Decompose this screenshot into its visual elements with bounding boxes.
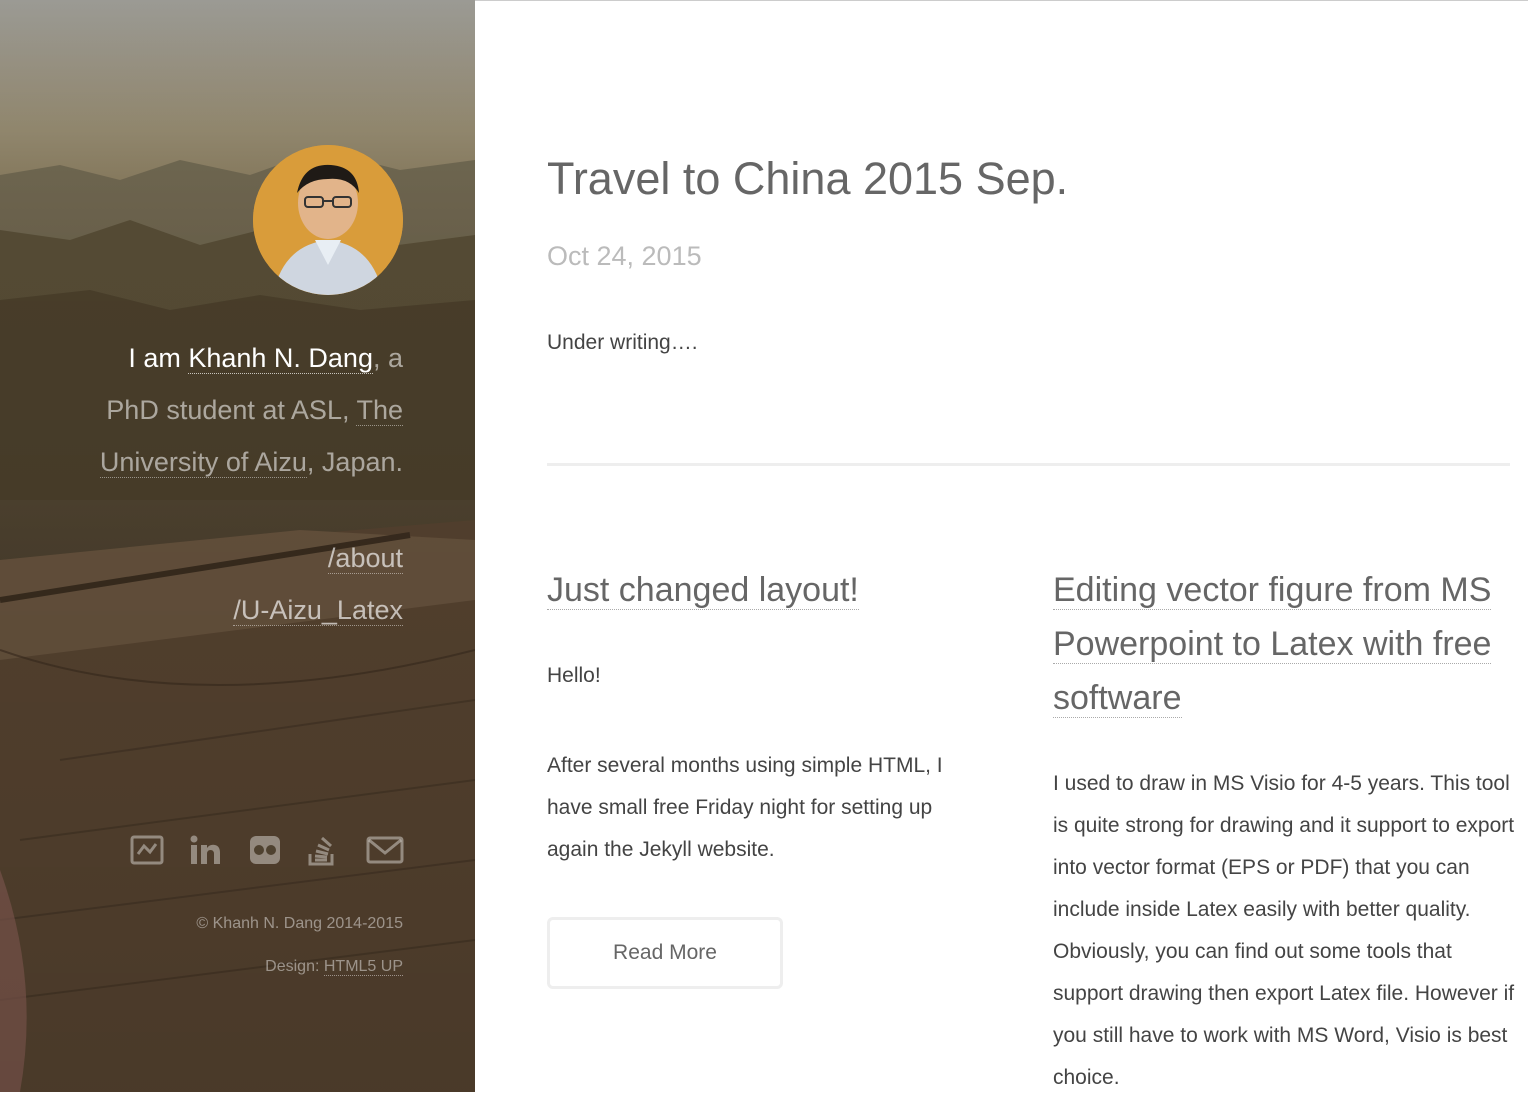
nav-about[interactable]: /about: [327, 543, 403, 574]
post-paragraph: After several months using simple HTML, …: [547, 754, 943, 861]
intro-prefix: I am: [128, 343, 189, 373]
sidebar: I am Khanh N. Dang, a PhD student at ASL…: [0, 0, 475, 1092]
stackoverflow-icon[interactable]: [304, 830, 342, 870]
read-more-button[interactable]: Read More: [547, 917, 783, 989]
name-link[interactable]: Khanh N. Dang: [188, 343, 373, 374]
post-card: Just changed layout! Hello! After severa…: [547, 563, 987, 871]
copyright: © Khanh N. Dang 2014-2015: [196, 915, 403, 932]
featured-post-title[interactable]: Travel to China 2015 Sep.: [547, 153, 1068, 205]
post-title-link[interactable]: Just changed layout!: [547, 571, 859, 610]
design-credit: Design: HTML5 UP: [196, 945, 403, 988]
post-title: Just changed layout!: [547, 563, 987, 617]
post-title-link[interactable]: Editing vector figure from MS Powerpoint…: [1053, 571, 1492, 718]
intro-text: I am Khanh N. Dang, a PhD student at ASL…: [73, 332, 403, 488]
featured-post-body: Under writing….: [547, 331, 698, 354]
credits: © Khanh N. Dang 2014-2015 Design: HTML5 …: [196, 902, 403, 988]
divider: [547, 463, 1510, 466]
sidebar-nav: /about /U-Aizu_Latex: [233, 532, 403, 636]
post-card: Editing vector figure from MS Powerpoint…: [1053, 563, 1518, 1099]
linkedin-icon[interactable]: [186, 830, 224, 870]
social-icons: [128, 830, 408, 870]
deviantart-icon[interactable]: [128, 830, 166, 870]
post-paragraph: Hello!: [547, 664, 601, 687]
nav-u-aizu-latex[interactable]: /U-Aizu_Latex: [233, 595, 403, 626]
intro-suffix: , Japan.: [306, 447, 403, 477]
post-title: Editing vector figure from MS Powerpoint…: [1053, 563, 1518, 725]
avatar: [253, 145, 403, 295]
flickr-icon[interactable]: [246, 830, 284, 870]
featured-post-date: Oct 24, 2015: [547, 241, 702, 271]
design-prefix: Design:: [265, 958, 324, 975]
email-icon[interactable]: [366, 830, 404, 870]
main-content: Travel to China 2015 Sep. Oct 24, 2015 U…: [475, 0, 1528, 1093]
profile-photo: [253, 145, 403, 295]
post-paragraph: I used to draw in MS Visio for 4-5 years…: [1053, 772, 1515, 1089]
design-link[interactable]: HTML5 UP: [323, 958, 403, 976]
